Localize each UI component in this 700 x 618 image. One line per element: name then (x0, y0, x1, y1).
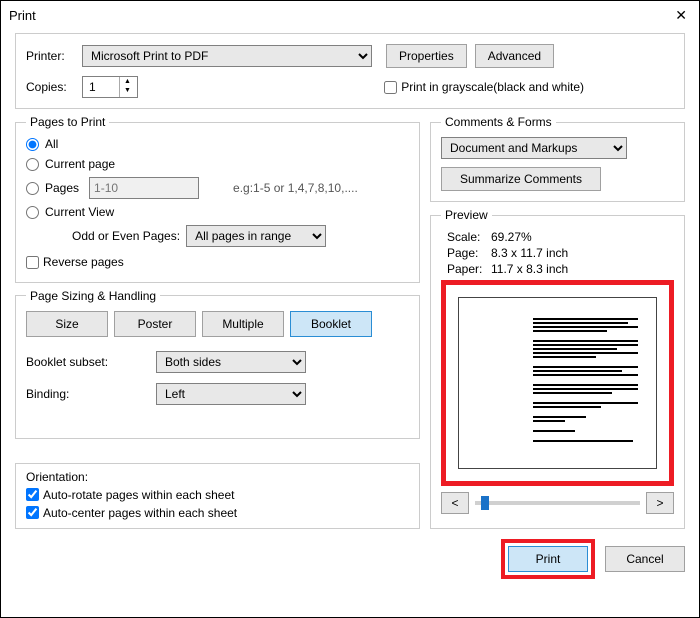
pages-range-input[interactable] (89, 177, 199, 199)
printer-section: Printer: Microsoft Print to PDF Properti… (15, 33, 685, 109)
scale-label: Scale: (447, 230, 491, 244)
printer-select[interactable]: Microsoft Print to PDF (82, 45, 372, 67)
preview-thumbnail (441, 280, 674, 486)
copies-label: Copies: (26, 80, 76, 94)
window-title: Print (9, 8, 36, 23)
multiple-button[interactable]: Multiple (202, 311, 284, 337)
booklet-button[interactable]: Booklet (290, 311, 372, 337)
radio-pages-label: Pages (45, 181, 79, 195)
grayscale-checkbox[interactable]: Print in grayscale(black and white) (384, 80, 584, 94)
odd-even-select[interactable]: All pages in range (186, 225, 326, 247)
preview-group: Preview Scale:69.27% Page:8.3 x 11.7 inc… (430, 208, 685, 529)
auto-rotate-label: Auto-rotate pages within each sheet (43, 488, 234, 502)
page-slider[interactable] (475, 501, 640, 505)
pages-legend: Pages to Print (26, 115, 109, 129)
size-button[interactable]: Size (26, 311, 108, 337)
radio-current[interactable] (26, 158, 39, 171)
reverse-label: Reverse pages (43, 255, 124, 269)
chevron-up-icon[interactable]: ▲ (120, 77, 135, 86)
subset-select[interactable]: Both sides (156, 351, 306, 373)
radio-pages[interactable] (26, 182, 39, 195)
comments-group: Comments & Forms Document and Markups Su… (430, 115, 685, 202)
comments-legend: Comments & Forms (441, 115, 556, 129)
paper-label: Paper: (447, 262, 491, 276)
pages-to-print-group: Pages to Print All Current page Pages e.… (15, 115, 420, 283)
grayscale-label: Print in grayscale(black and white) (401, 80, 584, 94)
comments-select[interactable]: Document and Markups (441, 137, 627, 159)
preview-legend: Preview (441, 208, 492, 222)
page-value: 8.3 x 11.7 inch (491, 246, 568, 260)
summarize-button[interactable]: Summarize Comments (441, 167, 601, 191)
pages-hint: e.g:1-5 or 1,4,7,8,10,.... (233, 181, 358, 195)
auto-center-checkbox[interactable]: Auto-center pages within each sheet (26, 506, 409, 520)
next-page-button[interactable]: > (646, 492, 674, 514)
radio-all[interactable] (26, 138, 39, 151)
close-icon[interactable]: ✕ (671, 7, 691, 24)
copies-stepper[interactable]: ▲ ▼ (82, 76, 138, 98)
scale-value: 69.27% (491, 230, 532, 244)
auto-center-label: Auto-center pages within each sheet (43, 506, 237, 520)
print-button[interactable]: Print (508, 546, 588, 572)
radio-all-label: All (45, 137, 58, 151)
binding-select[interactable]: Left (156, 383, 306, 405)
advanced-button[interactable]: Advanced (475, 44, 554, 68)
properties-button[interactable]: Properties (386, 44, 467, 68)
orientation-group: Orientation: Auto-rotate pages within ea… (15, 463, 420, 529)
radio-current-view[interactable] (26, 206, 39, 219)
reverse-checkbox[interactable]: Reverse pages (26, 255, 124, 269)
binding-label: Binding: (26, 387, 156, 401)
cancel-button[interactable]: Cancel (605, 546, 685, 572)
printer-label: Printer: (26, 49, 76, 63)
odd-even-label: Odd or Even Pages: (72, 229, 180, 243)
sizing-group: Page Sizing & Handling Size Poster Multi… (15, 289, 420, 439)
preview-text-icon (533, 318, 638, 444)
chevron-down-icon[interactable]: ▼ (120, 86, 135, 95)
orientation-legend: Orientation: (26, 470, 409, 484)
auto-rotate-checkbox[interactable]: Auto-rotate pages within each sheet (26, 488, 409, 502)
radio-current-label: Current page (45, 157, 115, 171)
prev-page-button[interactable]: < (441, 492, 469, 514)
paper-value: 11.7 x 8.3 inch (491, 262, 568, 276)
subset-label: Booklet subset: (26, 355, 156, 369)
copies-input[interactable] (83, 77, 119, 97)
radio-current-view-label: Current View (45, 205, 114, 219)
slider-thumb-icon[interactable] (481, 496, 489, 510)
page-label: Page: (447, 246, 491, 260)
sizing-legend: Page Sizing & Handling (26, 289, 160, 303)
poster-button[interactable]: Poster (114, 311, 196, 337)
